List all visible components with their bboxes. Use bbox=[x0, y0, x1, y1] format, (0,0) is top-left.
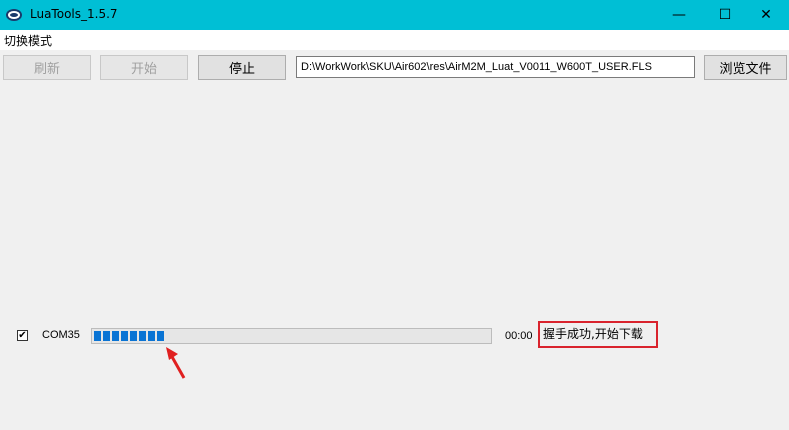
progress-fill bbox=[94, 331, 489, 341]
firmware-path-field[interactable]: D:\WorkWork\SKU\Air602\res\AirM2M_Luat_V… bbox=[296, 56, 695, 78]
progress-segment bbox=[121, 331, 128, 341]
luatools-app-icon bbox=[6, 9, 22, 21]
title-bar: LuaTools_1.5.7 — ☐ ✕ bbox=[0, 0, 789, 30]
close-button[interactable]: ✕ bbox=[743, 0, 789, 30]
progress-segment bbox=[103, 331, 110, 341]
status-text: 握手成功,开始下载 bbox=[538, 321, 658, 348]
start-button[interactable]: 开始 bbox=[100, 55, 188, 80]
stop-button[interactable]: 停止 bbox=[198, 55, 286, 80]
device-checkbox[interactable]: ✔ bbox=[17, 330, 28, 341]
com-port-label: COM35 bbox=[42, 329, 80, 341]
menu-bar: 切换模式 bbox=[0, 30, 789, 50]
checkmark-icon: ✔ bbox=[18, 330, 27, 341]
progress-segment bbox=[112, 331, 119, 341]
elapsed-time: 00:00 bbox=[505, 330, 533, 342]
window-title: LuaTools_1.5.7 bbox=[30, 7, 118, 21]
annotation-arrow-icon bbox=[166, 347, 186, 379]
menu-switch-mode[interactable]: 切换模式 bbox=[4, 32, 52, 49]
maximize-icon: ☐ bbox=[718, 7, 732, 23]
progress-segment bbox=[130, 331, 137, 341]
download-progress-bar bbox=[91, 328, 492, 344]
progress-segment bbox=[94, 331, 101, 341]
progress-segment bbox=[157, 331, 164, 341]
progress-segment bbox=[148, 331, 155, 341]
minimize-button[interactable]: — bbox=[656, 0, 702, 30]
minimize-icon: — bbox=[672, 7, 686, 23]
refresh-button[interactable]: 刷新 bbox=[3, 55, 91, 80]
maximize-button[interactable]: ☐ bbox=[702, 0, 748, 30]
browse-file-button[interactable]: 浏览文件 bbox=[704, 55, 787, 80]
close-icon: ✕ bbox=[760, 7, 772, 23]
progress-segment bbox=[139, 331, 146, 341]
